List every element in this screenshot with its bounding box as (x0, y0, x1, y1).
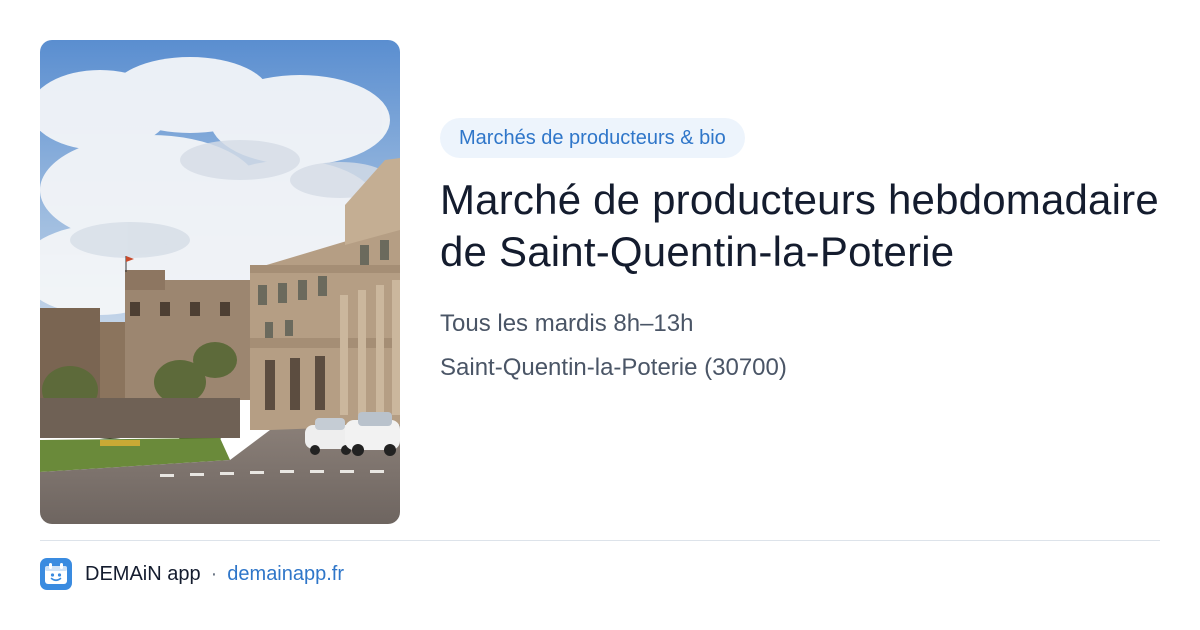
event-schedule: Tous les mardis 8h–13h (440, 310, 694, 337)
event-title: Marché de producteurs hebdomadaire de Sa… (440, 176, 1159, 275)
footer-divider (40, 540, 1160, 541)
event-location: Saint-Quentin-la-Poterie (30700) (440, 354, 787, 381)
footer: DEMAiN app · demainapp.fr (40, 558, 344, 590)
market-photo (40, 40, 400, 524)
share-card: Marchés de producteurs & bio Marché de p… (0, 0, 1200, 630)
footer-separator: · (210, 562, 218, 585)
demain-app-logo-icon (40, 558, 72, 590)
category-badge[interactable]: Marchés de producteurs & bio (440, 118, 745, 158)
app-name: DEMAiN app (85, 562, 201, 585)
domain-link[interactable]: demainapp.fr (227, 563, 344, 586)
card-content: Marchés de producteurs & bio Marché de p… (440, 118, 1170, 384)
